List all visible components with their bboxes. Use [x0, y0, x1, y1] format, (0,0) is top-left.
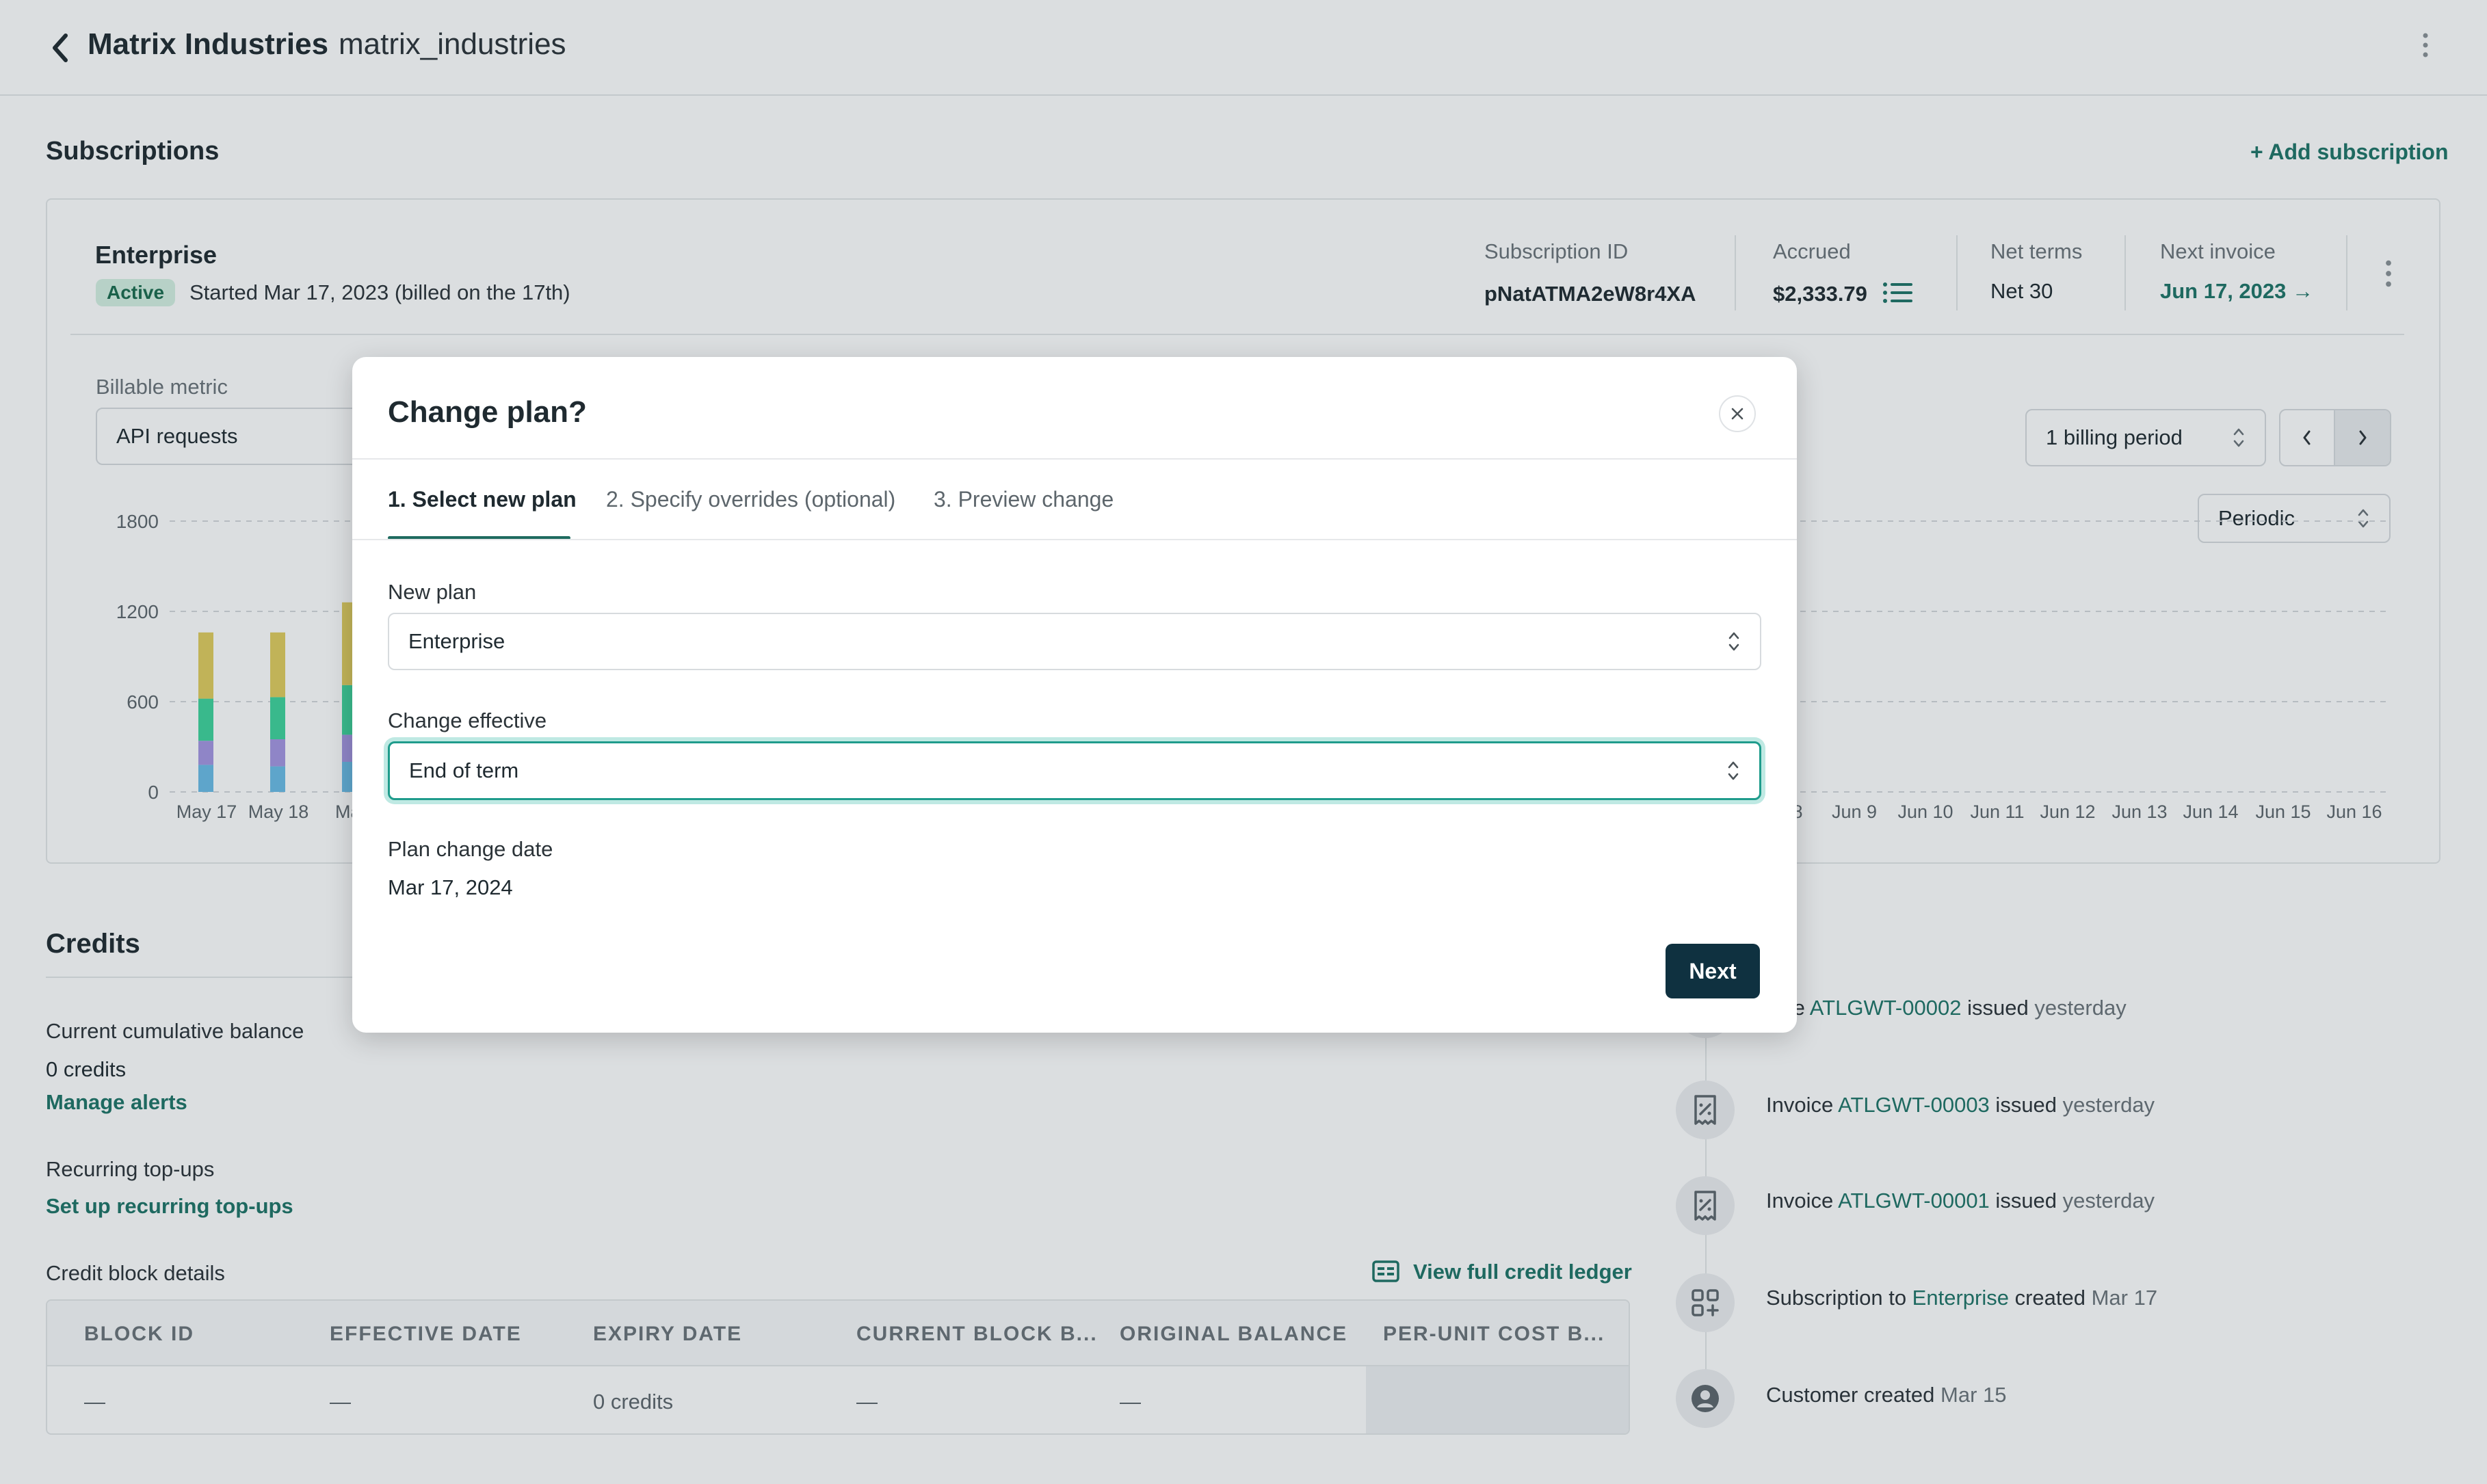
- tab-specify-overrides[interactable]: 2. Specify overrides (optional): [606, 487, 895, 512]
- tab-select-new-plan[interactable]: 1. Select new plan: [388, 487, 577, 512]
- new-plan-value: Enterprise: [408, 629, 505, 653]
- close-button[interactable]: [1719, 395, 1756, 432]
- modal-divider: [352, 458, 1797, 460]
- plan-change-date-value: Mar 17, 2024: [388, 875, 513, 899]
- tabs-divider: [352, 539, 1797, 540]
- change-effective-select[interactable]: End of term: [388, 741, 1761, 800]
- plan-change-date-label: Plan change date: [388, 837, 553, 861]
- change-effective-label: Change effective: [388, 708, 547, 732]
- chevron-updown-icon: [1728, 632, 1739, 651]
- new-plan-label: New plan: [388, 580, 477, 604]
- close-icon: [1731, 408, 1743, 420]
- change-plan-modal: Change plan? 1. Select new plan 2. Speci…: [352, 357, 1797, 1033]
- next-button[interactable]: Next: [1666, 944, 1760, 998]
- new-plan-select[interactable]: Enterprise: [388, 613, 1761, 670]
- change-effective-value: End of term: [409, 758, 519, 782]
- tab-preview-change[interactable]: 3. Preview change: [934, 487, 1114, 512]
- modal-title: Change plan?: [388, 395, 587, 429]
- chevron-updown-icon: [1728, 761, 1739, 780]
